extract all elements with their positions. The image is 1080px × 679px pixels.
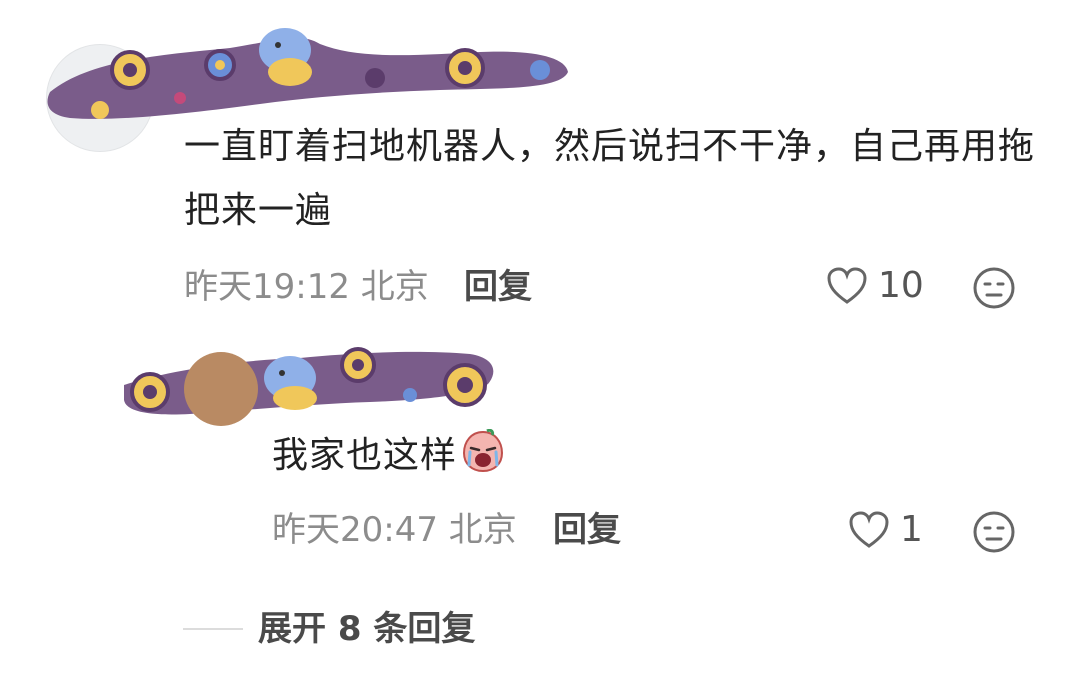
redaction-scribble-2 xyxy=(124,347,494,415)
comment-time: 昨天20:47 xyxy=(272,510,438,550)
like-count: 10 xyxy=(878,265,924,306)
like-count: 1 xyxy=(900,509,923,550)
heart-outline-icon xyxy=(849,511,889,548)
like-button[interactable]: 10 xyxy=(826,264,924,308)
comment-text: 一直盯着扫地机器人，然后说扫不干净，自己再用拖把来一遍 xyxy=(184,126,1036,231)
redaction-scribble xyxy=(47,28,569,415)
comment-meta: 昨天20:47 北京 xyxy=(272,510,517,550)
comment-meta: 昨天19:12 北京 xyxy=(184,267,429,307)
reply-button[interactable]: 回复 xyxy=(464,267,532,307)
reply-button[interactable]: 回复 xyxy=(553,510,621,550)
heart-outline-icon xyxy=(827,267,867,304)
redaction-scribble-1 xyxy=(47,28,569,119)
comment-time: 昨天19:12 xyxy=(184,267,350,307)
comment-location: 北京 xyxy=(448,510,517,550)
avatar[interactable] xyxy=(184,352,258,426)
like-button[interactable]: 1 xyxy=(848,508,923,552)
comment-location: 北京 xyxy=(360,267,429,307)
neutral-face-icon[interactable] xyxy=(972,266,1016,310)
expand-divider xyxy=(183,628,243,630)
crying-face-emoji xyxy=(463,429,504,473)
expand-replies-button[interactable]: 展开 8 条回复 xyxy=(258,609,475,649)
neutral-face-icon[interactable] xyxy=(972,510,1016,554)
comment-text: 我家也这样 xyxy=(272,424,505,488)
comment-text-content: 我家也这样 xyxy=(272,435,458,476)
